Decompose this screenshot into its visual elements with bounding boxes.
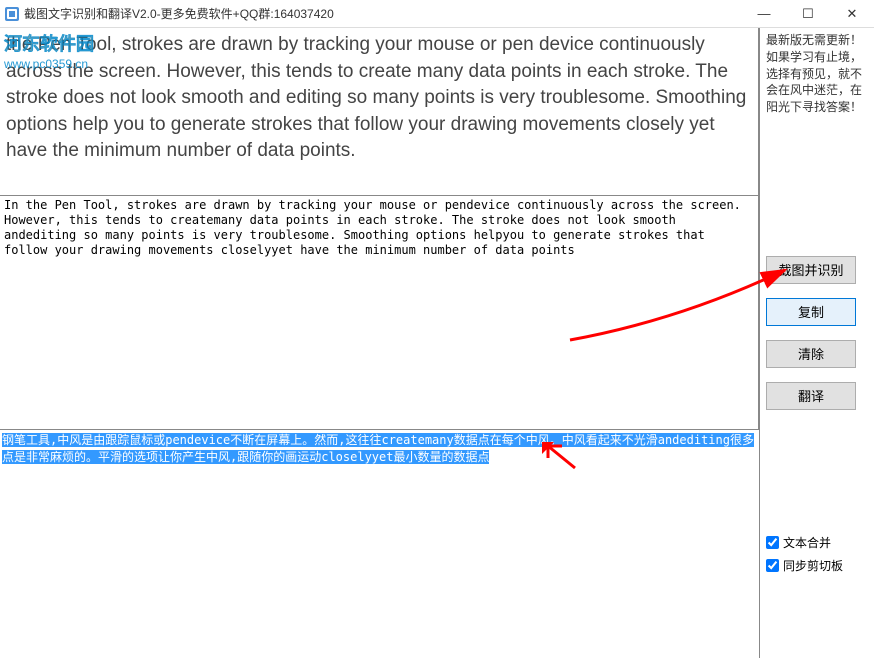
app-icon bbox=[4, 6, 20, 22]
translation-text: 钢笔工具,中风是由跟踪鼠标或pendevice不断在屏幕上。然而,这往往crea… bbox=[2, 433, 754, 464]
sync-clipboard-checkbox[interactable] bbox=[766, 559, 779, 572]
copy-button[interactable]: 复制 bbox=[766, 298, 856, 326]
clear-button[interactable]: 清除 bbox=[766, 340, 856, 368]
translation-pane[interactable]: 钢笔工具,中风是由跟踪鼠标或pendevice不断在屏幕上。然而,这往往crea… bbox=[0, 430, 759, 658]
titlebar: 截图文字识别和翻译V2.0-更多免费软件+QQ群:164037420 — ☐ ✕ bbox=[0, 0, 874, 28]
sidebar: 最新版无需更新！ 如果学习有止境， 选择有预见，就不 会在风中迷茫，在 阳光下寻… bbox=[760, 28, 874, 658]
capture-recognize-button[interactable]: 截图并识别 bbox=[766, 256, 856, 284]
minimize-button[interactable]: — bbox=[742, 0, 786, 28]
merge-text-checkbox[interactable] bbox=[766, 536, 779, 549]
ocr-text: In the Pen Tool, strokes are drawn by tr… bbox=[4, 198, 741, 257]
merge-text-checkbox-row[interactable]: 文本合并 bbox=[766, 534, 868, 551]
window-controls: — ☐ ✕ bbox=[742, 0, 874, 28]
maximize-button[interactable]: ☐ bbox=[786, 0, 830, 28]
ocr-result-pane[interactable]: In the Pen Tool, strokes are drawn by tr… bbox=[0, 196, 759, 430]
merge-text-label: 文本合并 bbox=[783, 534, 831, 551]
window-title: 截图文字识别和翻译V2.0-更多免费软件+QQ群:164037420 bbox=[24, 5, 742, 22]
sidebar-notice: 最新版无需更新！ 如果学习有止境， 选择有预见，就不 会在风中迷茫，在 阳光下寻… bbox=[766, 32, 868, 116]
translate-button[interactable]: 翻译 bbox=[766, 382, 856, 410]
preview-text: the Pen Tool, strokes are drawn by track… bbox=[6, 34, 746, 161]
screenshot-preview-pane: 河东软件园 www.pc0359.cn the Pen Tool, stroke… bbox=[0, 28, 759, 196]
sync-clipboard-checkbox-row[interactable]: 同步剪切板 bbox=[766, 557, 868, 574]
sync-clipboard-label: 同步剪切板 bbox=[783, 557, 843, 574]
close-button[interactable]: ✕ bbox=[830, 0, 874, 28]
main-content: 河东软件园 www.pc0359.cn the Pen Tool, stroke… bbox=[0, 28, 760, 658]
